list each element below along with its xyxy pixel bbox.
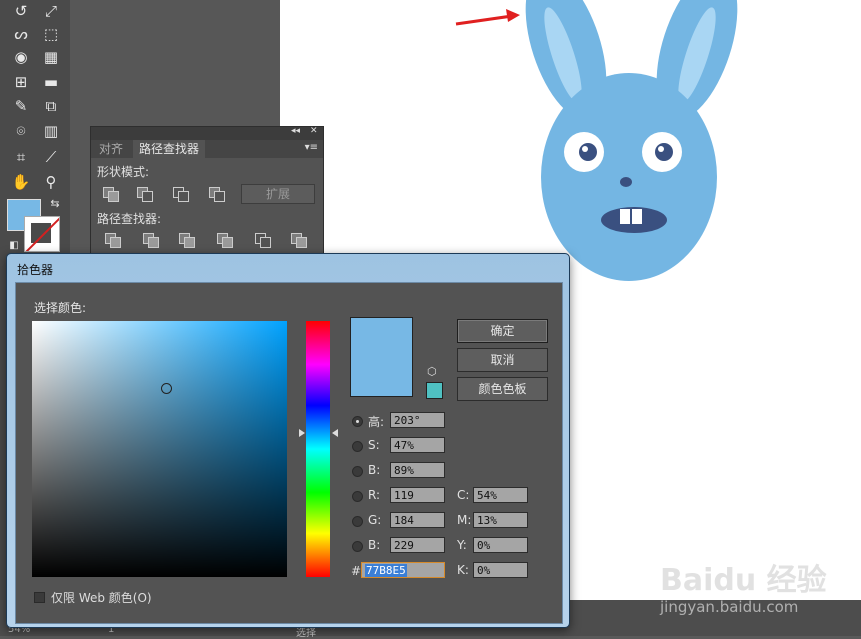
eyedropper-tool-icon[interactable]: ✎ bbox=[10, 96, 32, 116]
baidu-watermark-logo: Baidu 经验 bbox=[660, 563, 827, 598]
dialog-title: 拾色器 bbox=[17, 263, 54, 277]
free-transform-tool-icon[interactable]: ⬚ bbox=[40, 24, 62, 44]
annotation-arrow-head bbox=[506, 9, 520, 22]
symbol-sprayer-tool-icon[interactable]: ⌾ bbox=[10, 121, 32, 141]
green-radio[interactable] bbox=[352, 516, 363, 527]
rabbit-head bbox=[541, 73, 717, 281]
cyan-field[interactable]: 54% bbox=[473, 487, 528, 503]
artboard-tool-icon[interactable]: ⌗ bbox=[10, 147, 32, 167]
blue-label: B: bbox=[368, 538, 381, 552]
gradient-tool-icon[interactable]: ▬ bbox=[40, 72, 62, 92]
select-color-label: 选择颜色: bbox=[34, 301, 87, 315]
column-graph-tool-icon[interactable]: ▥ bbox=[40, 121, 62, 141]
yellow-field[interactable]: 0% bbox=[473, 537, 528, 553]
zoom-tool-icon[interactable]: ⚲ bbox=[40, 172, 62, 192]
cyan-label: C: bbox=[457, 488, 470, 502]
black-label: K: bbox=[457, 563, 469, 577]
saturation-label: S: bbox=[368, 438, 380, 452]
merge-icon[interactable] bbox=[177, 231, 195, 248]
scale-tool-icon[interactable]: ⤢ bbox=[40, 1, 62, 21]
shape-builder-tool-icon[interactable]: ◉ bbox=[10, 47, 32, 67]
hue-slider[interactable] bbox=[306, 321, 330, 577]
red-radio[interactable] bbox=[352, 491, 363, 502]
trim-icon[interactable] bbox=[141, 231, 159, 248]
hand-tool-icon[interactable]: ✋ bbox=[10, 172, 32, 192]
expand-button[interactable]: 扩展 bbox=[241, 184, 315, 204]
unite-icon[interactable] bbox=[101, 185, 119, 202]
tab-align[interactable]: 对齐 bbox=[93, 140, 129, 158]
outline-icon[interactable] bbox=[253, 231, 271, 248]
red-field[interactable]: 119 bbox=[390, 487, 445, 503]
perspective-grid-tool-icon[interactable]: ▦ bbox=[40, 47, 62, 67]
blue-field[interactable]: 229 bbox=[390, 537, 445, 553]
swap-fill-stroke-icon[interactable]: ⇆ bbox=[44, 194, 66, 214]
color-preview-swatch bbox=[350, 317, 413, 397]
baidu-watermark-url: jingyan.baidu.com bbox=[660, 598, 799, 616]
minus-front-icon[interactable] bbox=[135, 185, 153, 202]
mesh-tool-icon[interactable]: ⊞ bbox=[10, 72, 32, 92]
stroke-color-swatch[interactable] bbox=[24, 216, 60, 252]
shape-modes-label: 形状模式: bbox=[97, 165, 150, 179]
red-label: R: bbox=[368, 488, 381, 502]
web-safe-color-swatch[interactable] bbox=[426, 382, 443, 399]
blue-radio[interactable] bbox=[352, 541, 363, 552]
yellow-label: Y: bbox=[457, 538, 467, 552]
dialog-body: 选择颜色: ⬡ 确定 取消 颜色色板 高: 203° S: 47% B: 89%… bbox=[15, 282, 563, 624]
web-colors-only-checkbox[interactable] bbox=[34, 592, 45, 603]
web-safe-warning-icon[interactable]: ⬡ bbox=[427, 365, 437, 378]
magenta-label: M: bbox=[457, 513, 472, 527]
minus-back-icon[interactable] bbox=[289, 231, 307, 248]
color-swatches-button[interactable]: 颜色色板 bbox=[457, 377, 548, 401]
panel-titlebar[interactable]: ◂◂ ✕ bbox=[91, 126, 323, 140]
hue-slider-left-arrow[interactable] bbox=[299, 429, 305, 437]
panel-menu-icon[interactable]: ▾≡ bbox=[305, 142, 318, 153]
hue-slider-right-arrow[interactable] bbox=[332, 429, 338, 437]
crop-icon[interactable] bbox=[215, 231, 233, 248]
intersect-icon[interactable] bbox=[171, 185, 189, 202]
blend-tool-icon[interactable]: ⧉ bbox=[40, 96, 62, 116]
slice-tool-icon[interactable]: ⟋ bbox=[40, 147, 62, 167]
color-picker-cursor[interactable] bbox=[161, 383, 172, 394]
divide-icon[interactable] bbox=[103, 231, 121, 248]
brightness-label: B: bbox=[368, 463, 381, 477]
ok-button[interactable]: 确定 bbox=[457, 319, 548, 343]
rabbit-nose bbox=[620, 177, 632, 187]
collapse-panel-icon[interactable]: ◂◂ bbox=[291, 126, 300, 136]
annotation-arrow bbox=[455, 14, 513, 26]
pathfinders-label: 路径查找器: bbox=[97, 212, 162, 226]
hue-field[interactable]: 203° bbox=[390, 412, 445, 428]
brightness-field[interactable]: 89% bbox=[390, 462, 445, 478]
black-field[interactable]: 0% bbox=[473, 562, 528, 578]
green-field[interactable]: 184 bbox=[390, 512, 445, 528]
green-label: G: bbox=[368, 513, 382, 527]
warp-tool-icon[interactable]: ᔕ bbox=[10, 24, 32, 44]
tab-pathfinder[interactable]: 路径查找器 bbox=[133, 140, 206, 158]
web-colors-only-label: 仅限 Web 颜色(O) bbox=[51, 591, 152, 605]
saturation-field[interactable]: 47% bbox=[390, 437, 445, 453]
brightness-radio[interactable] bbox=[352, 466, 363, 477]
saturation-radio[interactable] bbox=[352, 441, 363, 452]
magenta-field[interactable]: 13% bbox=[473, 512, 528, 528]
hex-value: 77B8E5 bbox=[365, 564, 407, 577]
hex-field[interactable]: 77B8E5 bbox=[361, 562, 445, 578]
saturation-brightness-field[interactable] bbox=[32, 321, 287, 577]
cancel-button[interactable]: 取消 bbox=[457, 348, 548, 372]
color-picker-dialog: 拾色器 选择颜色: ⬡ 确定 取消 颜色色板 高: 203° S: 47% B:… bbox=[6, 253, 570, 628]
hue-label: 高: bbox=[368, 415, 385, 429]
hex-label: # bbox=[351, 564, 362, 578]
close-panel-icon[interactable]: ✕ bbox=[310, 126, 318, 136]
panel-tabs: 对齐 路径查找器 ▾≡ bbox=[91, 140, 323, 158]
hue-radio[interactable] bbox=[352, 416, 363, 427]
pathfinder-panel: ◂◂ ✕ 对齐 路径查找器 ▾≡ 形状模式: 扩展 路径查找器: bbox=[90, 126, 324, 258]
exclude-icon[interactable] bbox=[207, 185, 225, 202]
rotate-tool-icon[interactable]: ↺ bbox=[10, 1, 32, 21]
